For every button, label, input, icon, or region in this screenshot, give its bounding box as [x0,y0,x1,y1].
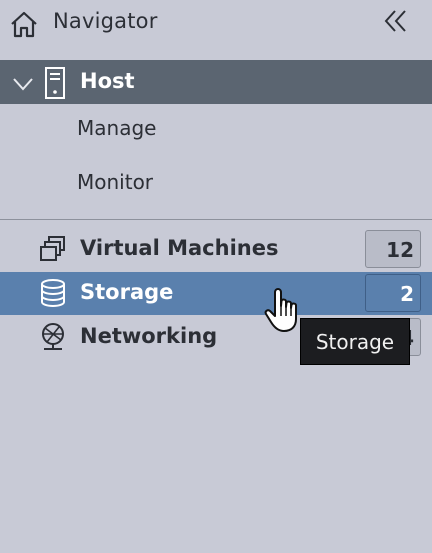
networking-label: Networking [80,324,218,348]
storage-label: Storage [80,280,174,304]
host-label[interactable]: Host [80,69,135,93]
virtual-machines-item[interactable]: Virtual Machines 12 [0,228,432,271]
host-monitor-item[interactable]: Monitor [77,170,153,194]
virtual-machines-count: 12 [365,230,421,268]
storage-count: 2 [365,274,421,312]
virtual-machines-label: Virtual Machines [80,236,279,260]
host-node[interactable] [0,60,432,104]
networking-icon [42,323,64,350]
chevron-down-icon[interactable] [12,72,34,94]
hand-cursor-icon [264,288,297,332]
server-icon [45,67,65,99]
home-icon[interactable] [9,9,39,39]
virtual-machines-icon [40,236,65,261]
host-manage-item[interactable]: Manage [77,116,156,140]
navigator-title: Navigator [53,9,158,33]
double-chevron-left-icon[interactable] [383,8,409,34]
storage-item[interactable]: Storage 2 [0,272,432,315]
storage-tooltip: Storage [300,318,410,365]
navigator-header: Navigator [0,0,432,46]
storage-icon [41,279,65,307]
divider [0,219,432,220]
